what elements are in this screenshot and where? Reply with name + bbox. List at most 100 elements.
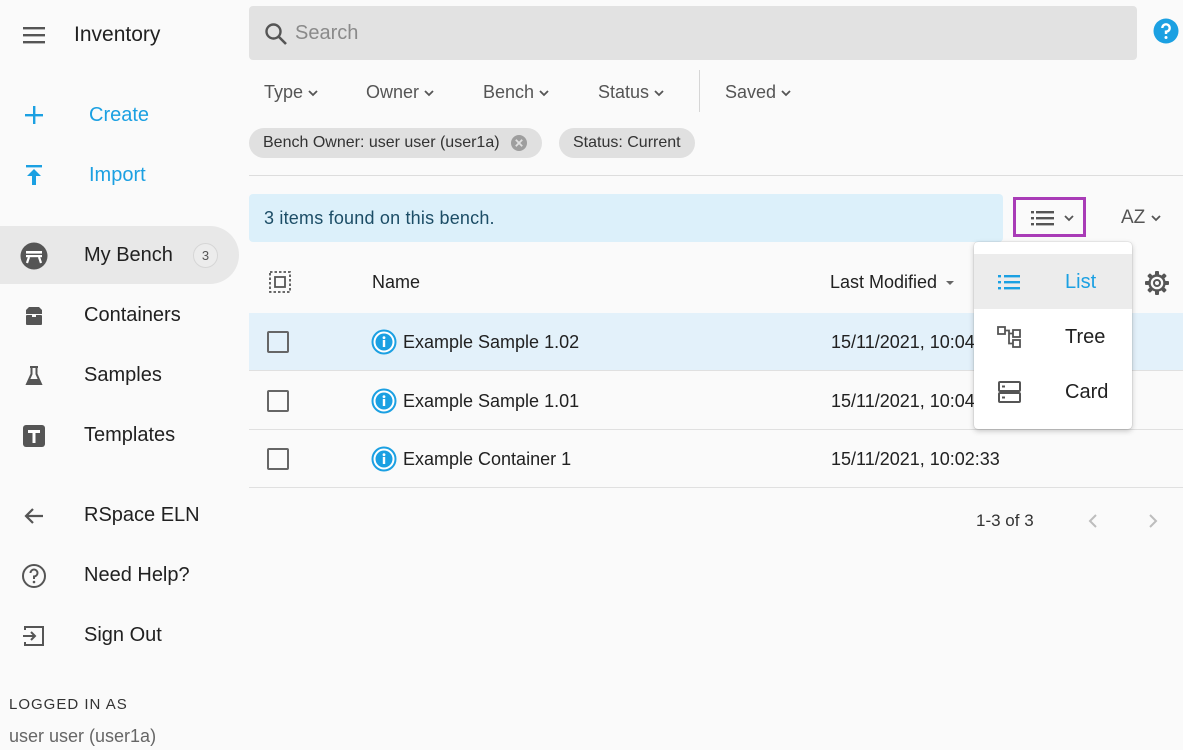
help-icon[interactable] bbox=[1153, 18, 1179, 44]
sidebar: Inventory Create Import My Bench 3 Conta… bbox=[0, 0, 240, 750]
rspace-eln-link[interactable]: RSpace ELN bbox=[0, 486, 240, 544]
column-header-name[interactable]: Name bbox=[372, 272, 420, 293]
filter-type[interactable]: Type bbox=[264, 82, 319, 103]
row-last-modified: 15/11/2021, 10:02:33 bbox=[831, 449, 1000, 469]
sort-arrow-icon bbox=[946, 280, 955, 285]
info-icon[interactable] bbox=[371, 388, 397, 414]
filter-bench[interactable]: Bench bbox=[483, 82, 550, 103]
import-button[interactable]: Import bbox=[0, 150, 240, 200]
flask-icon bbox=[20, 362, 48, 390]
app-header: Inventory bbox=[0, 0, 240, 70]
app-title: Inventory bbox=[74, 23, 161, 46]
row-last-modified: 15/11/2021, 10:04 bbox=[831, 332, 975, 352]
sort-label: AZ bbox=[1121, 207, 1146, 228]
close-icon[interactable] bbox=[510, 134, 528, 152]
search-bar bbox=[249, 6, 1137, 60]
need-help-link[interactable]: Need Help? bbox=[0, 546, 240, 604]
template-icon bbox=[20, 422, 48, 450]
filter-saved[interactable]: Saved bbox=[725, 82, 792, 103]
results-info-bar: 3 items found on this bench. bbox=[249, 194, 1003, 242]
sort-button[interactable]: AZ bbox=[1121, 207, 1162, 229]
filter-chip-bench-owner: Bench Owner: user user (user1a) bbox=[249, 128, 542, 158]
hamburger-menu-icon[interactable] bbox=[22, 24, 48, 46]
pagination-text: 1-3 of 3 bbox=[976, 511, 1034, 530]
arrow-left-icon bbox=[20, 502, 48, 530]
row-name[interactable]: Example Sample 1.02 bbox=[403, 332, 579, 353]
view-toggle-button[interactable] bbox=[1013, 197, 1086, 237]
logged-in-label: LOGGED IN AS bbox=[9, 696, 128, 713]
sidebar-item-label: Templates bbox=[84, 424, 176, 446]
card-icon bbox=[996, 379, 1024, 405]
upload-icon bbox=[22, 163, 46, 187]
chevron-down-icon bbox=[1151, 215, 1161, 222]
filter-owner[interactable]: Owner bbox=[366, 82, 435, 103]
row-last-modified: 15/11/2021, 10:04 bbox=[831, 391, 975, 411]
sidebar-item-samples[interactable]: Samples bbox=[0, 346, 240, 404]
bench-icon bbox=[20, 242, 48, 270]
filter-label: Type bbox=[264, 82, 304, 102]
info-icon[interactable] bbox=[371, 446, 397, 472]
filter-chip-status: Status: Current bbox=[559, 128, 695, 158]
list-view-icon bbox=[1031, 209, 1055, 227]
logged-in-user: user user (user1a) bbox=[9, 726, 157, 746]
divider bbox=[249, 175, 1183, 176]
menu-item-card[interactable]: Card bbox=[974, 364, 1132, 419]
filter-divider bbox=[699, 70, 700, 112]
chip-label: Bench Owner: user user (user1a) bbox=[263, 134, 500, 151]
list-icon bbox=[996, 269, 1024, 295]
chip-label: Status: Current bbox=[573, 134, 681, 151]
results-info-text: 3 items found on this bench. bbox=[264, 208, 495, 228]
tree-icon bbox=[996, 324, 1024, 350]
chevron-left-icon[interactable] bbox=[1082, 510, 1104, 532]
search-icon bbox=[263, 21, 289, 47]
column-header-last-modified[interactable]: Last Modified bbox=[830, 272, 955, 293]
import-label: Import bbox=[89, 164, 146, 186]
help-circle-icon bbox=[20, 562, 48, 590]
chevron-down-icon bbox=[781, 89, 791, 96]
row-name[interactable]: Example Container 1 bbox=[403, 449, 571, 470]
sidebar-item-my-bench[interactable]: My Bench 3 bbox=[0, 226, 239, 284]
sidebar-item-label: Samples bbox=[84, 364, 162, 386]
menu-item-label: List bbox=[1065, 271, 1097, 293]
sign-out-icon bbox=[20, 622, 48, 650]
menu-item-label: Card bbox=[1065, 381, 1109, 403]
info-icon[interactable] bbox=[371, 329, 397, 355]
filter-label: Status bbox=[598, 82, 650, 102]
chevron-right-icon[interactable] bbox=[1142, 510, 1164, 532]
column-header-label: Last Modified bbox=[830, 272, 938, 292]
create-label: Create bbox=[89, 104, 150, 126]
chevron-down-icon bbox=[308, 89, 318, 96]
row-checkbox[interactable] bbox=[267, 448, 289, 470]
chevron-down-icon bbox=[424, 89, 434, 96]
gear-icon[interactable] bbox=[1144, 270, 1170, 296]
chevron-down-icon bbox=[654, 89, 664, 96]
table-row[interactable]: Example Container 1 15/11/2021, 10:02:33 bbox=[249, 430, 1183, 488]
create-button[interactable]: Create bbox=[0, 90, 240, 140]
count-badge: 3 bbox=[193, 243, 218, 268]
sidebar-item-containers[interactable]: Containers bbox=[0, 286, 240, 344]
sign-out-label: Sign Out bbox=[84, 624, 162, 646]
filter-status[interactable]: Status bbox=[598, 82, 665, 103]
plus-icon bbox=[22, 103, 46, 127]
sidebar-item-label: My Bench bbox=[84, 244, 173, 266]
filter-label: Bench bbox=[483, 82, 535, 102]
search-input[interactable] bbox=[295, 16, 1095, 50]
sidebar-item-templates[interactable]: Templates bbox=[0, 406, 240, 464]
row-checkbox[interactable] bbox=[267, 390, 289, 412]
menu-item-list[interactable]: List bbox=[974, 254, 1132, 309]
filter-label: Owner bbox=[366, 82, 420, 102]
sign-out-link[interactable]: Sign Out bbox=[0, 606, 240, 664]
need-help-label: Need Help? bbox=[84, 564, 190, 586]
view-menu: List Tree Card bbox=[974, 242, 1132, 429]
row-name[interactable]: Example Sample 1.01 bbox=[403, 391, 579, 412]
sidebar-item-label: Containers bbox=[84, 304, 181, 326]
rspace-eln-label: RSpace ELN bbox=[84, 504, 200, 526]
chevron-down-icon bbox=[1063, 212, 1075, 224]
filter-label: Saved bbox=[725, 82, 777, 102]
menu-item-label: Tree bbox=[1065, 326, 1106, 348]
select-all-icon[interactable] bbox=[268, 270, 292, 294]
chevron-down-icon bbox=[539, 89, 549, 96]
box-icon bbox=[20, 302, 48, 330]
row-checkbox[interactable] bbox=[267, 331, 289, 353]
menu-item-tree[interactable]: Tree bbox=[974, 309, 1132, 364]
